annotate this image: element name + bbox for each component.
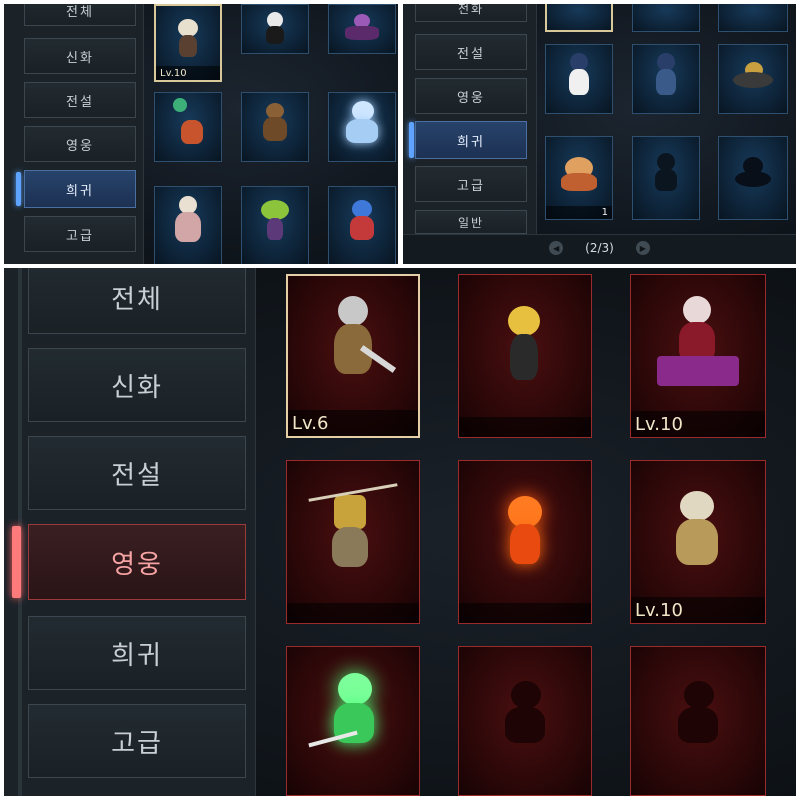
- active-tab-marker: [12, 526, 21, 598]
- pet-card[interactable]: Lv.10: [630, 460, 766, 624]
- white-yeti-pet-icon: [173, 196, 203, 246]
- pet-card[interactable]: Lv.10: [630, 274, 766, 438]
- pet-card[interactable]: [328, 186, 396, 264]
- tab-advanced[interactable]: 고급: [415, 166, 527, 202]
- pet-card[interactable]: [458, 274, 592, 438]
- tab-mythic[interactable]: 신화: [28, 348, 246, 422]
- hooded-ghost-pet-icon: [263, 12, 287, 46]
- vampire-coffin-pet-icon: [653, 296, 743, 396]
- pet-card[interactable]: [718, 4, 788, 32]
- pet-card-locked[interactable]: [632, 136, 700, 220]
- pet-card[interactable]: [154, 186, 222, 264]
- spiky-beast-pet-icon: [559, 153, 599, 193]
- tab-rare[interactable]: 희귀: [415, 121, 527, 159]
- level-label: Lv.6: [292, 413, 329, 434]
- crystal-golem-pet-icon: [342, 100, 382, 145]
- locked-silhouette-icon: [651, 153, 681, 193]
- prev-arrow-icon[interactable]: ◀: [549, 241, 564, 255]
- horned-winged-demon-pet-icon: [345, 12, 379, 46]
- pet-card[interactable]: Lv.6: [286, 274, 420, 438]
- tab-all[interactable]: 전체: [24, 4, 136, 26]
- collection-panel-rare-2: 전화 전설 영웅 희귀 고급 일반 1 ◀ (2/3) ▶: [403, 4, 796, 264]
- level-label: Lv.10: [160, 68, 187, 79]
- tab-legendary[interactable]: 전설: [415, 34, 527, 70]
- green-goblin-pet-icon: [255, 198, 295, 244]
- brown-mole-pet-icon: [260, 102, 290, 143]
- silver-knight-pet-icon: [318, 296, 397, 396]
- tab-heroic[interactable]: 영웅: [415, 78, 527, 114]
- page-indicator: (2/3): [585, 241, 614, 255]
- pet-card[interactable]: [241, 92, 309, 162]
- active-tab-marker: [409, 122, 414, 158]
- baseball-boy-pet-icon: [564, 52, 594, 97]
- item-count: 1: [601, 207, 608, 218]
- tab-heroic[interactable]: 영웅: [28, 524, 246, 600]
- pager: ◀ (2/3) ▶: [403, 240, 796, 256]
- pet-card-locked[interactable]: [630, 646, 766, 796]
- pet-card[interactable]: [286, 460, 420, 624]
- level-label: Lv.10: [635, 414, 683, 435]
- locked-silhouette-icon: [495, 677, 555, 747]
- active-tab-marker: [16, 172, 21, 206]
- pet-card[interactable]: [328, 92, 396, 162]
- tab-legendary[interactable]: 전설: [28, 436, 246, 510]
- pet-card[interactable]: [632, 44, 700, 114]
- tab-common[interactable]: 일반: [415, 210, 527, 234]
- level-label: Lv.10: [635, 600, 683, 621]
- locked-silhouette-icon: [668, 677, 728, 747]
- pet-card[interactable]: 1: [545, 136, 613, 220]
- bunny-ear-pet-icon: [173, 18, 203, 59]
- locked-spider-silhouette-icon: [733, 155, 773, 191]
- tab-mythic[interactable]: 신화: [24, 38, 136, 74]
- baseball-catcher-pet-icon: [651, 52, 681, 97]
- pet-card[interactable]: [458, 460, 592, 624]
- pet-card[interactable]: [286, 646, 420, 796]
- green-glow-warrior-pet-icon: [308, 667, 398, 757]
- fire-spirit-pet-icon: [500, 492, 550, 572]
- pet-card[interactable]: [154, 92, 222, 162]
- golden-armor-pet-icon: [658, 487, 738, 577]
- tab-legendary[interactable]: 전설: [24, 82, 136, 118]
- next-arrow-icon[interactable]: ▶: [635, 241, 650, 255]
- pet-card[interactable]: [545, 44, 613, 114]
- collection-panel-hero: 전체 신화 전설 영웅 희귀 고급 Lv.6 Lv.10 Lv.10: [4, 268, 796, 796]
- mechanical-spider-pet-icon: [731, 58, 775, 92]
- pet-card-locked[interactable]: [718, 136, 788, 220]
- pet-card[interactable]: [241, 186, 309, 264]
- tab-rare[interactable]: 희귀: [28, 616, 246, 690]
- tab-advanced[interactable]: 고급: [28, 704, 246, 778]
- pet-card-locked[interactable]: [458, 646, 592, 796]
- tab-rare[interactable]: 희귀: [24, 170, 136, 208]
- tab-heroic[interactable]: 영웅: [24, 126, 136, 162]
- pet-card[interactable]: [718, 44, 788, 114]
- mummy-lantern-pet-icon: [308, 483, 398, 577]
- pet-card[interactable]: [328, 4, 396, 54]
- collection-panel-rare-1: 전체 신화 전설 영웅 희귀 고급 Lv.10: [4, 4, 398, 264]
- tab-partial[interactable]: 전화: [415, 4, 527, 22]
- tab-all[interactable]: 전체: [28, 268, 246, 334]
- pet-card[interactable]: [545, 4, 613, 32]
- pet-card[interactable]: [241, 4, 309, 54]
- pet-card[interactable]: Lv.10: [154, 4, 222, 82]
- blonde-girl-pet-icon: [500, 306, 550, 386]
- tab-advanced[interactable]: 고급: [24, 216, 136, 252]
- blue-dragon-pet-icon: [344, 198, 380, 244]
- pet-card[interactable]: [632, 4, 700, 32]
- balloon-fox-pet-icon: [171, 97, 205, 148]
